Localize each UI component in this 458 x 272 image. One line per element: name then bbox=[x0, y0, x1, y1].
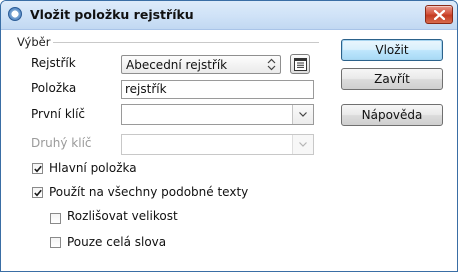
hlavni-polozka-checkbox[interactable] bbox=[32, 163, 43, 174]
polozka-value: rejstřík bbox=[125, 82, 167, 96]
checkmark-icon bbox=[34, 189, 42, 197]
pouzit-na-vsechny-label[interactable]: Použít na všechny podobné texty bbox=[49, 185, 248, 199]
group-label: Výběr bbox=[17, 35, 51, 49]
dialog-window: Vložit položku rejstříku Výběr Rejstřík … bbox=[0, 0, 458, 272]
title-bar[interactable]: Vložit položku rejstříku bbox=[1, 1, 457, 30]
pouze-cela-slova-checkbox[interactable] bbox=[50, 237, 61, 248]
new-index-icon bbox=[294, 58, 307, 71]
close-button[interactable] bbox=[425, 5, 453, 24]
napoveda-button[interactable]: Nápověda bbox=[341, 104, 443, 126]
pouze-cela-slova-label[interactable]: Pouze celá slova bbox=[67, 235, 166, 249]
druhy-klic-dropdown-button bbox=[292, 135, 313, 154]
druhy-klic-label: Druhý klíč bbox=[31, 136, 92, 150]
polozka-label: Položka bbox=[31, 81, 77, 95]
hlavni-polozka-label[interactable]: Hlavní položka bbox=[49, 161, 137, 175]
polozka-input[interactable]: rejstřík bbox=[121, 80, 314, 99]
rejstrik-select[interactable]: Abecední rejstřík bbox=[121, 55, 281, 74]
close-icon bbox=[434, 10, 445, 20]
zavrit-button[interactable]: Zavřít bbox=[341, 68, 443, 90]
window-title: Vložit položku rejstříku bbox=[30, 7, 194, 22]
spin-updown-icon bbox=[267, 58, 276, 71]
rejstrik-label: Rejstřík bbox=[31, 56, 76, 70]
new-index-button[interactable] bbox=[290, 54, 310, 74]
dialog-content: Výběr Rejstřík Abecední rejstřík Položka… bbox=[1, 30, 457, 271]
chevron-down-icon bbox=[299, 112, 307, 117]
prvni-klic-combo[interactable] bbox=[121, 104, 314, 125]
rejstrik-value: Abecední rejstřík bbox=[126, 58, 228, 72]
app-icon bbox=[8, 7, 22, 21]
chevron-down-icon bbox=[299, 142, 307, 147]
prvni-klic-dropdown-button[interactable] bbox=[292, 105, 313, 124]
druhy-klic-combo bbox=[121, 134, 314, 155]
rozlisovat-velikost-label[interactable]: Rozlišovat velikost bbox=[67, 209, 178, 223]
rozlisovat-velikost-checkbox[interactable] bbox=[50, 213, 61, 224]
prvni-klic-label: První klíč bbox=[31, 107, 86, 121]
group-divider bbox=[53, 42, 319, 43]
pouzit-na-vsechny-checkbox[interactable] bbox=[32, 187, 43, 198]
checkmark-icon bbox=[34, 165, 42, 173]
vlozit-button[interactable]: Vložit bbox=[341, 39, 443, 61]
